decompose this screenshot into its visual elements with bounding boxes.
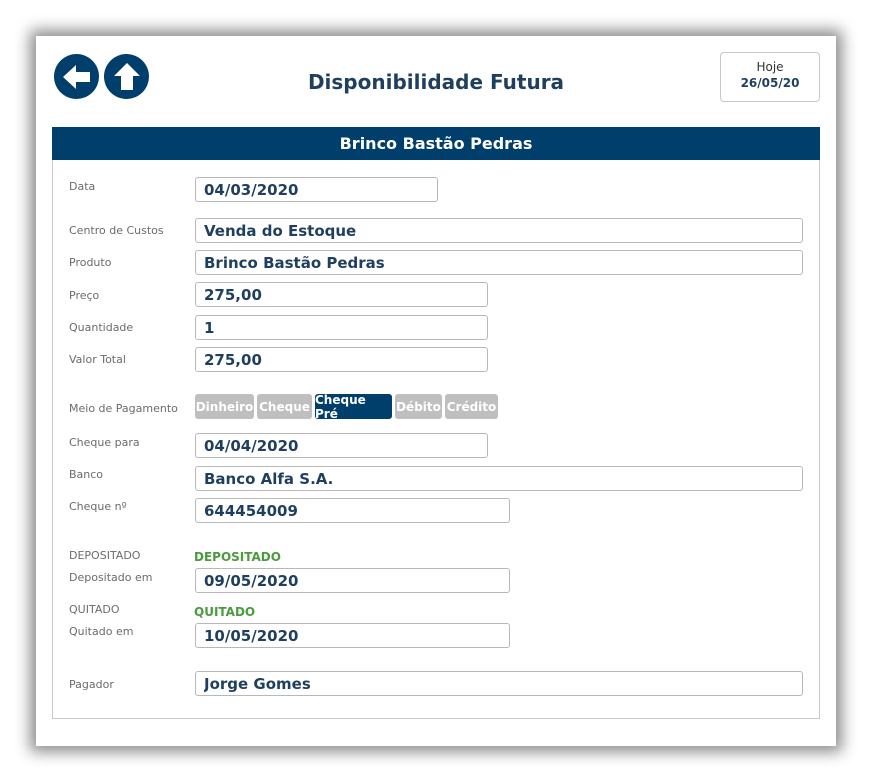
today-box: Hoje 26/05/20 <box>720 52 820 102</box>
cheque-para-label: Cheque para <box>69 436 140 449</box>
depositado-em-label: Depositado em <box>69 571 153 584</box>
form-panel: Data Centro de Custos Produto Preço Quan… <box>52 160 820 719</box>
cheque-no-label: Cheque nº <box>69 500 127 513</box>
payment-cheque-button[interactable]: Cheque <box>257 394 312 419</box>
quantidade-field[interactable] <box>195 315 488 340</box>
app-window: Disponibilidade Futura Hoje 26/05/20 Bri… <box>36 36 836 746</box>
quitado-em-label: Quitado em <box>69 625 134 638</box>
depositado-em-field[interactable] <box>195 568 510 593</box>
payment-dinheiro-button[interactable]: Dinheiro <box>195 394 254 419</box>
data-label: Data <box>69 180 96 193</box>
payment-cheque-pre-button[interactable]: Cheque Pré <box>315 393 392 421</box>
product-header: Brinco Bastão Pedras <box>52 127 820 160</box>
banco-field[interactable] <box>195 466 803 491</box>
today-date: 26/05/20 <box>740 76 800 90</box>
depositado-status: DEPOSITADO <box>194 550 281 564</box>
quitado-em-field[interactable] <box>195 623 510 648</box>
cheque-para-field[interactable] <box>195 433 488 458</box>
produto-field[interactable] <box>195 250 803 275</box>
today-label: Hoje <box>756 60 784 74</box>
pagador-label: Pagador <box>69 678 114 691</box>
banco-label: Banco <box>69 468 104 481</box>
cheque-no-field[interactable] <box>195 498 510 523</box>
depositado-label: DEPOSITADO <box>69 549 141 562</box>
preco-field[interactable] <box>195 282 488 307</box>
produto-label: Produto <box>69 256 112 269</box>
valor-total-field[interactable] <box>195 347 488 372</box>
quitado-status: QUITADO <box>194 605 256 619</box>
quitado-label: QUITADO <box>69 603 120 616</box>
preco-label: Preço <box>69 289 100 302</box>
meio-pagamento-label: Meio de Pagamento <box>69 402 178 415</box>
payment-debito-button[interactable]: Débito <box>395 394 442 419</box>
centro-custos-field[interactable] <box>195 218 803 243</box>
pagador-field[interactable] <box>195 671 803 696</box>
data-field[interactable] <box>195 177 438 202</box>
valor-total-label: Valor Total <box>69 353 126 366</box>
payment-credito-button[interactable]: Crédito <box>445 394 498 419</box>
centro-custos-label: Centro de Custos <box>69 224 164 237</box>
quantidade-label: Quantidade <box>69 321 134 334</box>
page-title: Disponibilidade Futura <box>307 70 565 94</box>
